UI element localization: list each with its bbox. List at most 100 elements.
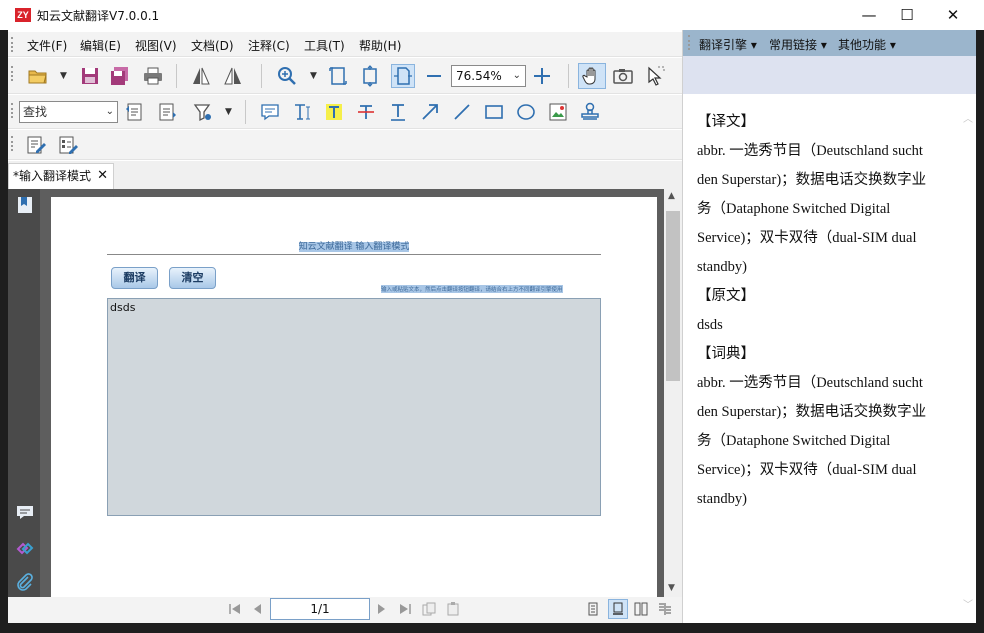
- two-page-continuous-icon[interactable]: [658, 602, 672, 616]
- menu-tools[interactable]: 工具(T): [304, 37, 345, 54]
- line-icon[interactable]: [450, 100, 474, 124]
- grip-icon: [688, 35, 690, 50]
- result-line: den Superstar)；数据电话交换数字业: [697, 404, 927, 420]
- last-page-icon[interactable]: [398, 602, 412, 616]
- menu-translate-engine[interactable]: 翻译引擎 ▾: [699, 36, 757, 53]
- grip-icon: [11, 37, 13, 52]
- scroll-down-icon[interactable]: ▼: [668, 583, 675, 593]
- rotate-right-icon[interactable]: [221, 64, 245, 88]
- highlight-text-icon[interactable]: [322, 100, 346, 124]
- underline-icon[interactable]: [386, 100, 410, 124]
- find-previous-icon[interactable]: [123, 100, 147, 124]
- open-dropdown-icon[interactable]: ▼: [60, 71, 67, 81]
- fit-page-icon[interactable]: [326, 64, 350, 88]
- scroll-thumb[interactable]: [666, 211, 680, 381]
- result-line: Service)；双卡双待（dual-SIM dual: [697, 462, 917, 478]
- tab-input-translate[interactable]: *输入翻译模式 ✕: [8, 163, 114, 189]
- fit-width-icon[interactable]: [391, 64, 415, 88]
- doc-title: 知云文献翻译 输入翻译模式: [298, 242, 410, 252]
- chevron-down-icon: ⌄: [512, 70, 521, 81]
- select-tool-icon[interactable]: [643, 64, 667, 88]
- close-button[interactable]: ✕: [930, 0, 976, 30]
- chevron-down-icon: ⌄: [105, 106, 114, 117]
- grip-icon: [11, 66, 13, 81]
- tab-label: *输入翻译模式: [13, 169, 92, 183]
- comment-icon[interactable]: [258, 100, 282, 124]
- page-number-input[interactable]: 1/1: [270, 598, 370, 620]
- translation-result: 【译文】 abbr. 一选秀节目（Deutschland sucht den S…: [697, 108, 959, 514]
- window-title: 知云文献翻译V7.0.0.1: [37, 9, 160, 23]
- menu-view[interactable]: 视图(V): [135, 37, 177, 54]
- bookmark-icon[interactable]: [15, 195, 35, 215]
- stamp-icon[interactable]: [578, 100, 602, 124]
- document-viewer[interactable]: 知云文献翻译 输入翻译模式 翻译 清空 输入或粘贴文本，然后点击翻译按钮翻译，请…: [40, 189, 664, 597]
- app-logo: ZY: [15, 8, 31, 22]
- strikethrough-icon[interactable]: [354, 100, 378, 124]
- comments-panel-icon[interactable]: [15, 503, 35, 523]
- zoom-plus-icon[interactable]: [530, 64, 554, 88]
- rectangle-icon[interactable]: [482, 100, 506, 124]
- menu-help[interactable]: 帮助(H): [359, 37, 401, 54]
- fit-height-icon[interactable]: [358, 64, 382, 88]
- translation-toolbar: 翻译引擎 ▾ 常用链接 ▾ 其他功能 ▾: [683, 30, 977, 56]
- form-toolbar: [8, 130, 682, 160]
- snapshot-icon[interactable]: [611, 64, 635, 88]
- arrow-icon[interactable]: [418, 100, 442, 124]
- two-page-view-icon[interactable]: [634, 602, 648, 616]
- ellipse-icon[interactable]: [514, 100, 538, 124]
- first-page-icon[interactable]: [228, 602, 242, 616]
- result-line: standby): [697, 259, 747, 275]
- scroll-down-icon[interactable]: ﹀: [963, 596, 973, 611]
- title-bar: ZY 知云文献翻译V7.0.0.1 — ☐ ✕: [0, 0, 984, 30]
- next-page-icon[interactable]: [374, 602, 388, 616]
- left-sidebar: [8, 189, 40, 597]
- result-line: abbr. 一选秀节目（Deutschland sucht: [697, 375, 923, 391]
- menu-comment[interactable]: 注释(C): [248, 37, 290, 54]
- result-line: standby): [697, 491, 747, 507]
- zoom-out-icon[interactable]: [422, 64, 446, 88]
- save-icon[interactable]: [78, 64, 102, 88]
- result-line: abbr. 一选秀节目（Deutschland sucht: [697, 143, 923, 159]
- zoom-dropdown-icon[interactable]: ▼: [310, 71, 317, 81]
- result-line: Service)；双卡双待（dual-SIM dual: [697, 230, 917, 246]
- edit-document-icon[interactable]: [24, 133, 48, 157]
- menu-common-links[interactable]: 常用链接 ▾: [769, 36, 827, 53]
- filter-dropdown-icon[interactable]: ▼: [225, 107, 232, 117]
- panel-scrollbar[interactable]: ︿ ﹀: [963, 110, 975, 611]
- zoom-select[interactable]: 76.54% ⌄: [451, 65, 526, 87]
- vertical-scrollbar[interactable]: ▲ ▼: [664, 189, 682, 597]
- search-input[interactable]: 查找 ⌄: [19, 101, 118, 123]
- filter-icon[interactable]: [191, 100, 215, 124]
- find-next-icon[interactable]: [155, 100, 179, 124]
- continuous-view-icon[interactable]: [608, 599, 628, 619]
- links-panel-icon[interactable]: [15, 539, 35, 559]
- translate-input[interactable]: dsds: [107, 298, 601, 516]
- translate-button[interactable]: 翻译: [111, 267, 158, 289]
- menu-file[interactable]: 文件(F): [27, 37, 67, 54]
- paste-page-icon[interactable]: [446, 602, 460, 616]
- menu-edit[interactable]: 编辑(E): [80, 37, 121, 54]
- print-icon[interactable]: [141, 64, 165, 88]
- scroll-up-icon[interactable]: ▲: [668, 191, 675, 201]
- clear-button[interactable]: 清空: [169, 267, 216, 289]
- form-fields-icon[interactable]: [56, 133, 80, 157]
- search-placeholder: 查找: [23, 105, 48, 119]
- single-page-view-icon[interactable]: [586, 602, 600, 616]
- copy-page-icon[interactable]: [422, 602, 436, 616]
- navigation-bar: 1/1: [8, 597, 682, 623]
- image-stamp-icon[interactable]: [546, 100, 570, 124]
- text-box-icon[interactable]: [290, 100, 314, 124]
- previous-page-icon[interactable]: [251, 602, 265, 616]
- rotate-left-icon[interactable]: [189, 64, 213, 88]
- hand-tool-icon[interactable]: [578, 63, 606, 89]
- close-icon[interactable]: ✕: [97, 164, 108, 188]
- menu-other-functions[interactable]: 其他功能 ▾: [838, 36, 896, 53]
- result-line: 务（Dataphone Switched Digital: [697, 433, 891, 449]
- scroll-up-icon[interactable]: ︿: [963, 110, 973, 125]
- menu-document[interactable]: 文档(D): [191, 37, 234, 54]
- zoom-in-icon[interactable]: [275, 64, 299, 88]
- attachment-icon[interactable]: [15, 573, 35, 593]
- maximize-button[interactable]: ☐: [884, 0, 930, 30]
- save-as-icon[interactable]: [108, 64, 132, 88]
- open-folder-icon[interactable]: [26, 64, 50, 88]
